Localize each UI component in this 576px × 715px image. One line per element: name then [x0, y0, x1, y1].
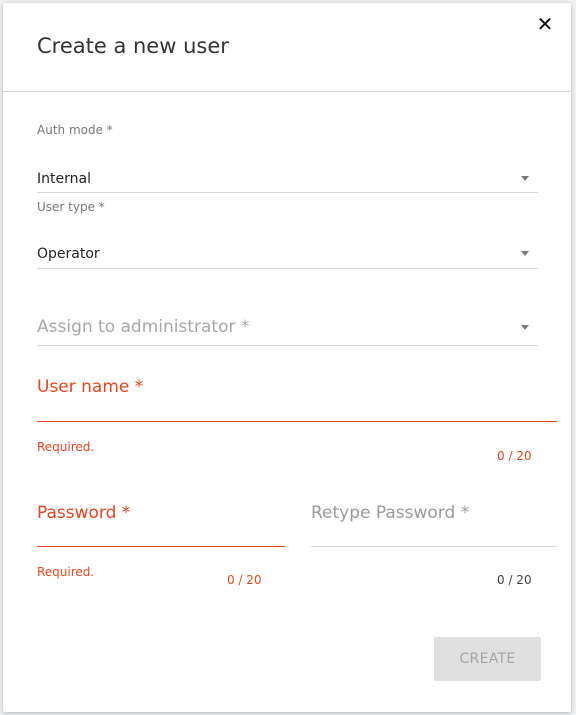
- retype-password-field[interactable]: Retype Password *: [311, 503, 469, 523]
- user-type-select[interactable]: Operator: [37, 246, 100, 262]
- user-type-underline: [37, 268, 538, 269]
- create-user-dialog: Create a new user ✕ Auth mode * Internal…: [3, 3, 571, 712]
- user-name-counter: 0 / 20: [497, 449, 532, 463]
- user-name-underline: [37, 421, 557, 422]
- password-field[interactable]: Password *: [37, 503, 130, 523]
- user-name-field[interactable]: User name *: [37, 377, 143, 397]
- password-underline: [37, 546, 285, 547]
- password-error: Required.: [37, 565, 95, 579]
- chevron-down-icon[interactable]: [521, 251, 529, 256]
- retype-password-underline: [311, 546, 557, 547]
- assign-administrator-underline: [37, 345, 538, 346]
- auth-mode-select[interactable]: Internal: [37, 171, 91, 187]
- retype-password-counter: 0 / 20: [497, 573, 532, 587]
- dialog-header: Create a new user ✕: [3, 3, 571, 92]
- auth-mode-label: Auth mode *: [37, 123, 113, 137]
- chevron-down-icon[interactable]: [521, 176, 529, 181]
- auth-mode-underline: [37, 192, 538, 193]
- user-type-label: User type *: [37, 200, 105, 214]
- dialog-title: Create a new user: [37, 34, 229, 58]
- create-button[interactable]: CREATE: [434, 637, 541, 681]
- close-icon[interactable]: ✕: [534, 13, 556, 35]
- password-counter: 0 / 20: [227, 573, 262, 587]
- chevron-down-icon[interactable]: [521, 325, 529, 330]
- user-name-error: Required.: [37, 440, 95, 454]
- assign-administrator-select[interactable]: Assign to administrator *: [37, 317, 249, 337]
